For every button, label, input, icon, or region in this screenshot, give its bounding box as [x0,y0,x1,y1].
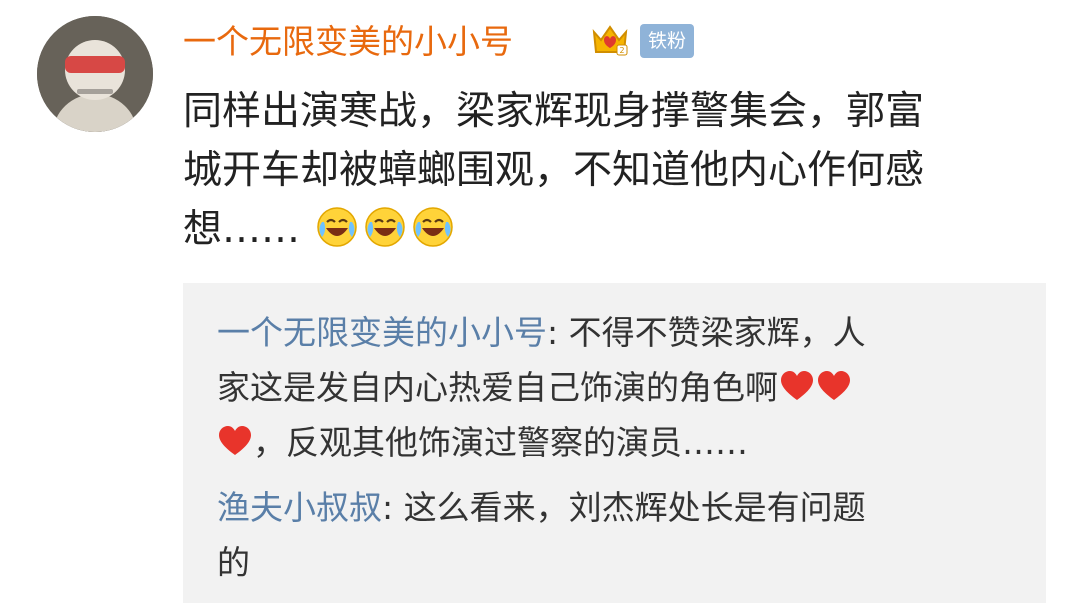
reply-line: 的 [217,535,1037,590]
reply-item[interactable]: 一个无限变美的小小号: 不得不赞梁家辉，人 家这是发自内心热爱自己饰演的角色啊 … [217,305,1037,470]
reply-item[interactable]: 渔夫小叔叔: 这么看来，刘杰辉处长是有问题 的 [217,480,1037,590]
reply-username[interactable]: 一个无限变美的小小号 [217,313,547,352]
reply-text: 的 [217,543,250,582]
reply-text: : 这么看来，刘杰辉处长是有问题 [382,488,866,527]
username[interactable]: 一个无限变美的小小号 [183,20,513,64]
laughing-crying-emoji-icon [410,204,456,250]
reply-text: ，反观其他饰演过警察的演员…… [253,423,748,462]
reply-line: 渔夫小叔叔: 这么看来，刘杰辉处长是有问题 [217,480,1037,535]
fan-badge: 铁粉 [640,24,695,58]
reply-line: 一个无限变美的小小号: 不得不赞梁家辉，人 [217,305,1037,360]
laughing-crying-emoji-icon [362,204,408,250]
post-text-line: 同样出演寒战，梁家辉现身撑警集会，郭富 [183,89,925,134]
crown-vip-icon: 2 [588,18,632,62]
post-text: 同样出演寒战，梁家辉现身撑警集会，郭富 城开车却被蟑螂围观，不知道他内心作何感 … [183,82,1063,259]
post-text-line: 想…… [183,200,1063,259]
red-heart-icon [217,419,253,455]
svg-text:2: 2 [619,46,624,55]
post-text-line: 城开车却被蟑螂围观，不知道他内心作何感 [183,148,925,193]
reply-text: 家这是发自内心热爱自己饰演的角色啊 [217,368,778,407]
reply-line: ，反观其他饰演过警察的演员…… [217,415,1037,470]
red-heart-icon [816,364,852,400]
avatar[interactable] [37,16,153,132]
red-heart-icon [779,364,815,400]
reply-username[interactable]: 渔夫小叔叔 [217,488,382,527]
reply-text: : 不得不赞梁家辉，人 [547,313,866,352]
laughing-crying-emoji-icon [314,204,360,250]
post-text-line-end: 想…… [183,207,301,252]
reply-line: 家这是发自内心热爱自己饰演的角色啊 [217,360,1037,415]
